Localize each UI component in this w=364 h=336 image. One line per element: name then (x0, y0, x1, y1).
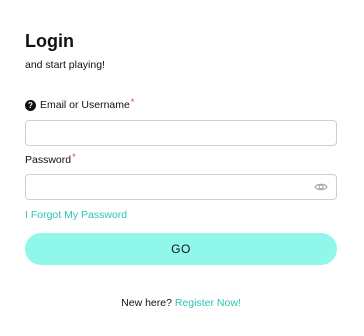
new-here-text: New here? (121, 297, 172, 309)
password-label-row: Password * (25, 152, 76, 167)
password-label: Password (25, 154, 72, 166)
password-required-mark: * (72, 152, 76, 162)
password-field[interactable] (26, 175, 306, 199)
register-prompt: New here? Register Now! (25, 296, 337, 310)
login-subtitle: and start playing! (25, 59, 105, 71)
login-form: Login and start playing! ? Email or User… (25, 0, 337, 336)
eye-icon[interactable] (314, 181, 328, 193)
register-link[interactable]: Register Now! (175, 297, 241, 309)
email-field[interactable] (26, 121, 306, 145)
go-button[interactable]: GO (25, 233, 337, 265)
email-field-container (25, 120, 337, 146)
email-required-mark: * (130, 97, 135, 107)
password-field-container (25, 174, 337, 200)
forgot-password-link[interactable]: I Forgot My Password (25, 208, 127, 222)
email-label: Email or Username (40, 99, 130, 111)
help-icon[interactable]: ? (25, 99, 36, 111)
email-label-row: ? Email or Username * (25, 97, 135, 112)
login-title: Login (25, 31, 74, 51)
